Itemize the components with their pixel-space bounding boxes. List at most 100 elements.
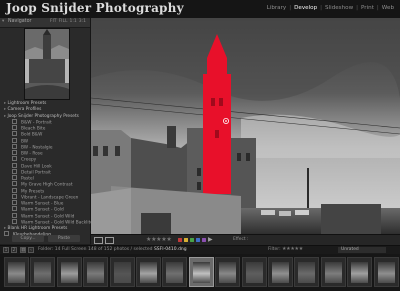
thumbnail-image	[324, 262, 342, 283]
top-bar: Joop Snijder Photography Library | Devel…	[0, 0, 400, 18]
navigator-preview[interactable]	[24, 28, 70, 100]
preset-icon	[12, 218, 17, 224]
paste-button[interactable]: Paste	[48, 235, 80, 242]
module-develop[interactable]: Develop	[294, 5, 317, 11]
preset-label: Blank HR Lightroom Presets	[7, 226, 68, 231]
preset-label: B&W - Portrait	[21, 120, 52, 126]
zoom-fill[interactable]: FILL	[59, 19, 68, 24]
color-label-blue[interactable]	[196, 238, 200, 242]
thumbnail-image	[8, 262, 25, 283]
preset-label: Pastel	[21, 176, 34, 182]
module-separator: |	[320, 5, 323, 11]
preset-icon	[12, 175, 17, 180]
module-separator: |	[356, 5, 359, 11]
preset-label: Warm Sunset - Blue	[21, 201, 64, 207]
presets-list: ▸ Lightroom Presets ▸ Camera Profiles ▸ Jo…	[0, 101, 93, 244]
filmstrip-thumbnail[interactable]	[268, 257, 293, 287]
filmstrip-thumbnail[interactable]	[241, 257, 267, 287]
filmstrip-thumbnail[interactable]	[109, 257, 135, 287]
filmstrip-thumbnail[interactable]	[30, 257, 56, 287]
loupe-view-icon[interactable]	[94, 237, 103, 244]
filmstrip-thumbnail[interactable]	[83, 257, 109, 287]
thumbnail-image	[140, 262, 157, 283]
thumbnail-image	[87, 262, 105, 283]
filmstrip-thumbnail[interactable]	[294, 257, 320, 287]
preset-label: Dave Hill Look	[21, 164, 52, 169]
grid-view-icon[interactable]	[105, 237, 114, 244]
navigator-thumbnail-image	[25, 29, 69, 99]
filmstrip-thumbnail[interactable]	[320, 257, 346, 287]
back-icon[interactable]: ‹	[28, 247, 34, 253]
filmstrip-source[interactable]: Folder: 14 Full Screen	[38, 247, 87, 252]
zoom-1-1[interactable]: 1:1	[70, 19, 77, 24]
preset-icon	[12, 212, 17, 218]
filter-stars[interactable]: ★★★★★	[282, 246, 303, 252]
thumbnail-image	[166, 262, 184, 283]
thumbnail-image	[298, 262, 316, 283]
thumbnail-image	[219, 262, 237, 283]
filmstrip-thumbnail[interactable]	[188, 257, 214, 287]
main-photo	[91, 18, 400, 234]
thumbnail-image	[113, 262, 131, 283]
filmstrip-count: 148 of 152 photos	[87, 247, 130, 252]
filter-dropdown[interactable]: Unrated	[338, 247, 386, 253]
preset-label: Creepy	[21, 157, 37, 163]
preset-label: Lightroom Presets	[7, 101, 47, 106]
filmstrip-thumbnail[interactable]	[4, 257, 29, 287]
preset-icon	[12, 206, 17, 212]
module-slideshow[interactable]: Slideshow	[325, 5, 353, 11]
module-library[interactable]: Library	[267, 5, 287, 11]
filmstrip-thumbnail[interactable]	[373, 257, 399, 287]
preset-icon	[4, 231, 9, 237]
filmstrip-selected-prefix: / selected	[130, 247, 153, 252]
thumbnail-image	[60, 262, 78, 283]
thumbnail-image	[272, 262, 289, 283]
module-web[interactable]: Web	[382, 5, 394, 11]
filmstrip-thumbnail[interactable]	[136, 257, 161, 287]
preset-icon	[12, 125, 17, 130]
filmstrip-source-info: Folder: 14 Full Screen 148 of 152 photos…	[38, 247, 187, 252]
preset-label: Joop Snijder Photography Presets	[7, 113, 79, 119]
rating-stars[interactable]: ★★★★★	[146, 236, 172, 243]
color-label-green[interactable]	[190, 238, 194, 242]
filmstrip-thumbnail[interactable]	[56, 257, 82, 287]
preset-label: My Presets	[21, 189, 45, 194]
preset-icon	[12, 143, 17, 149]
filmstrip	[0, 254, 400, 291]
module-separator: |	[289, 5, 292, 11]
grid-icon[interactable]: ▦	[20, 247, 26, 253]
secondary-display-button[interactable]: 2	[11, 247, 17, 253]
thumbnail-image	[377, 262, 395, 283]
preset-icon	[12, 193, 17, 199]
preset-icon	[12, 181, 17, 187]
filter-label: Filter:	[268, 247, 281, 252]
navigator-header[interactable]: ▾ Navigator FIT FILL 1:1 3:1	[0, 18, 90, 28]
thumbnail-image	[245, 262, 263, 283]
left-panel: ▾ Navigator FIT FILL 1:1 3:1 ▸ Lightroom…	[0, 18, 93, 244]
filmstrip-filename: SSFI-0410.dng	[153, 247, 187, 252]
preset-icon	[12, 137, 17, 143]
module-picker: Library | Develop | Slideshow | Print | …	[267, 5, 394, 11]
preset-icon	[12, 187, 17, 193]
main-photo-canvas[interactable]	[91, 18, 400, 234]
zoom-fit[interactable]: FIT	[50, 19, 57, 24]
filmstrip-thumbnail[interactable]	[347, 257, 373, 287]
module-print[interactable]: Print	[361, 5, 374, 11]
play-icon[interactable]: ▶	[208, 236, 213, 243]
preset-label: Warm Sunset - Gold	[21, 207, 64, 213]
zoom-3-1[interactable]: 3:1	[79, 19, 86, 24]
secondary-window-button[interactable]: 1	[3, 247, 9, 253]
copy-button[interactable]: Copy...	[12, 235, 44, 242]
preset-label: Camera Profiles	[7, 107, 42, 113]
preset-label: Detail Portrait	[21, 170, 51, 176]
color-label-purple[interactable]	[202, 238, 206, 242]
filmstrip-thumbnail[interactable]	[215, 257, 241, 287]
preset-label: Warm Sunset - Gold Wild	[21, 214, 75, 219]
preset-icon	[12, 156, 17, 162]
filmstrip-thumbnail[interactable]	[162, 257, 188, 287]
preset-label: BW - Nostalgie	[21, 145, 53, 151]
color-label-yellow[interactable]	[184, 238, 188, 242]
thumbnail-image	[351, 262, 369, 283]
color-label-red[interactable]	[178, 238, 182, 242]
develop-toolbar: ★★★★★ ▶ Effect :	[91, 234, 400, 245]
